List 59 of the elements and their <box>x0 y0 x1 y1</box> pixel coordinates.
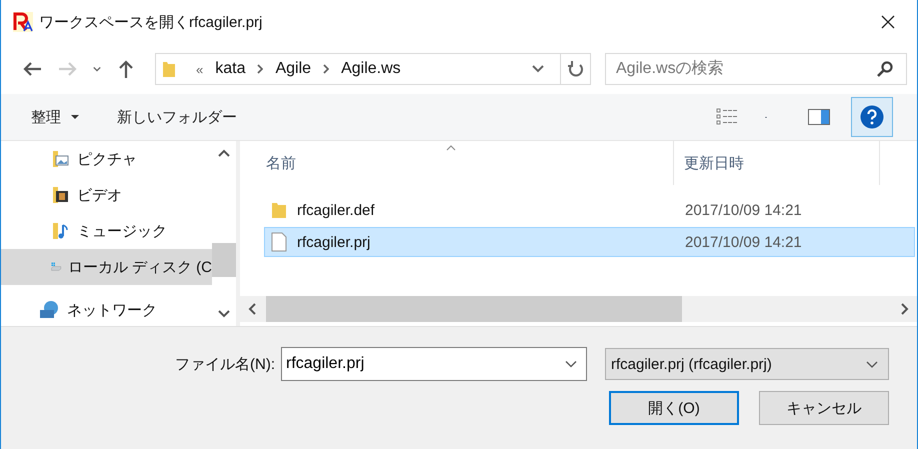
address-bar[interactable]: « kata Agile Agile.ws <box>155 53 591 85</box>
app-logo-icon <box>13 12 33 32</box>
folder-icon <box>162 60 176 78</box>
column-header[interactable]: 名前 <box>240 141 674 185</box>
help-icon <box>860 105 884 129</box>
organize-menu[interactable]: 整理 <box>19 104 91 130</box>
preview-pane-icon <box>808 109 830 125</box>
sort-ascending-icon <box>446 145 456 151</box>
chevron-right-icon <box>257 64 264 74</box>
scroll-down-icon <box>218 310 230 318</box>
breadcrumb-item[interactable]: kata <box>215 60 246 78</box>
file-name-field[interactable]: rfcagiler.prj <box>281 347 587 381</box>
file-icon <box>271 232 287 252</box>
sidebar-item[interactable]: ピクチャ <box>1 141 212 177</box>
file-name: rfcagiler.def <box>297 202 375 218</box>
breadcrumb-item[interactable]: Agile <box>275 60 312 78</box>
file-row[interactable]: rfcagiler.prj 2017/10/09 14:21 <box>264 227 915 257</box>
file-name: rfcagiler.prj <box>297 234 370 250</box>
caret-icon <box>71 115 79 119</box>
open-button[interactable]: 開く(O) <box>609 391 739 425</box>
file-type-dropdown[interactable]: rfcagiler.prj (rfcagiler.prj) <box>605 348 889 380</box>
sidebar-item[interactable]: ミュージック <box>1 213 212 249</box>
back-arrow-icon <box>22 61 42 77</box>
help-button[interactable] <box>851 97 893 137</box>
refresh-icon <box>568 60 584 78</box>
horizontal-scrollbar[interactable] <box>240 296 917 322</box>
chevron-right-icon <box>323 64 330 74</box>
sidebar-item[interactable]: ネットワーク <box>1 295 212 325</box>
scroll-left-icon <box>248 303 256 315</box>
chevron-down-icon <box>565 360 577 368</box>
sidebar-item[interactable]: ビデオ <box>1 177 212 213</box>
scrollbar-thumb[interactable] <box>212 242 236 276</box>
folder-icon <box>271 200 287 220</box>
cancel-button[interactable]: キャンセル <box>759 391 889 425</box>
modified-date: 2017/10/09 14:21 <box>685 234 802 250</box>
file-name-label: ファイル名(N): <box>175 354 275 374</box>
breadcrumb-item[interactable]: Agile.ws <box>341 60 401 78</box>
breadcrumb-overflow[interactable]: « <box>196 62 204 76</box>
modified-date: 2017/10/09 14:21 <box>685 202 802 218</box>
new-folder-button[interactable]: 新しいフォルダー <box>105 104 249 130</box>
scroll-right-icon <box>901 303 909 315</box>
close-icon <box>881 15 895 29</box>
window-title: ワークスペースを開くrfcagiler.prj <box>39 12 262 32</box>
up-arrow-icon <box>118 59 134 79</box>
pictures-folder-icon <box>51 149 71 169</box>
forward-arrow-icon <box>58 61 78 77</box>
scrollbar-thumb[interactable] <box>266 296 682 322</box>
sidebar-item[interactable]: ローカル ディスク (C <box>1 249 212 285</box>
chevron-down-icon <box>93 66 101 72</box>
chevron-down-icon <box>532 65 544 73</box>
search-icon <box>877 61 893 77</box>
search-field[interactable]: Agile.wsの検索 <box>605 53 907 85</box>
network-icon <box>39 300 61 320</box>
column-header[interactable]: 更新日時 <box>674 141 880 185</box>
scroll-up-icon <box>218 149 230 157</box>
videos-folder-icon <box>51 185 71 205</box>
file-row[interactable]: rfcagiler.def 2017/10/09 14:21 <box>264 195 915 225</box>
chevron-down-icon <box>866 360 878 368</box>
details-view-icon <box>716 108 738 126</box>
